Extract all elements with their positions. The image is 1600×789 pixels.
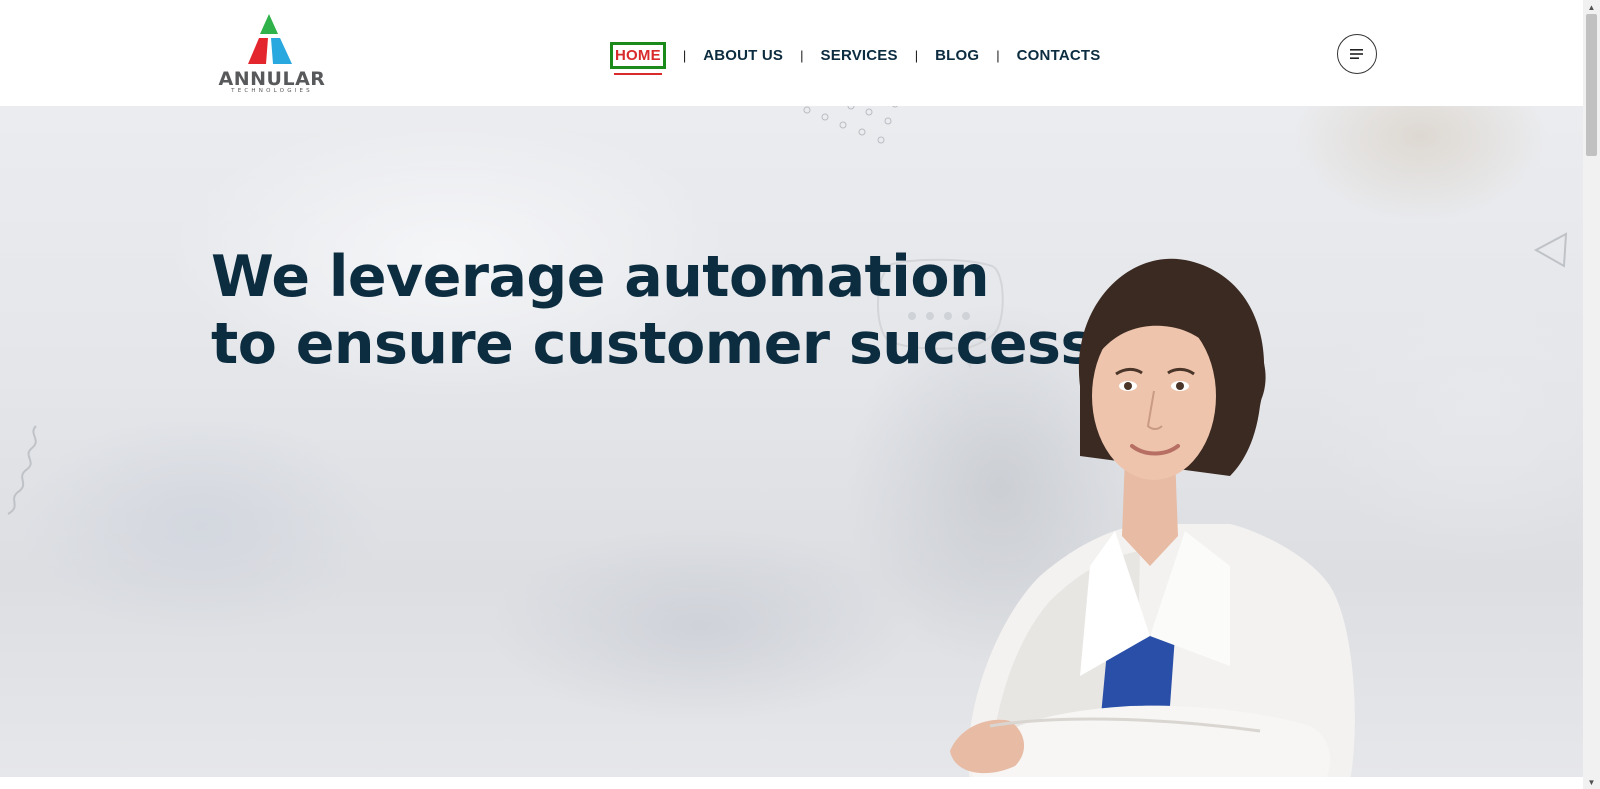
scrollbar-thumb[interactable] bbox=[1586, 14, 1597, 156]
hero-section: We leverage automation to ensure custome… bbox=[0, 106, 1583, 777]
nav-separator: | bbox=[914, 47, 919, 63]
logo-wordmark: ANNULAR bbox=[218, 68, 326, 90]
nav-item-home-label: HOME bbox=[615, 46, 661, 64]
site-header: ANNULAR TECHNOLOGIES HOME | ABOUT US | S… bbox=[0, 0, 1583, 106]
scroll-up-arrow-icon[interactable]: ▲ bbox=[1583, 0, 1600, 14]
triangle-decoration-icon bbox=[1533, 232, 1568, 268]
hamburger-icon bbox=[1350, 49, 1363, 59]
dots-decoration-icon bbox=[803, 106, 898, 144]
squiggle-decoration-icon bbox=[7, 425, 37, 515]
main-nav: HOME | ABOUT US | SERVICES | BLOG | CONT… bbox=[610, 40, 1101, 75]
nav-item-blog[interactable]: BLOG bbox=[935, 47, 979, 64]
nav-separator: | bbox=[800, 47, 804, 63]
businesswoman-image bbox=[950, 258, 1355, 777]
scroll-down-arrow-icon[interactable]: ▼ bbox=[1583, 775, 1600, 789]
logo-tagline: TECHNOLOGIES bbox=[231, 88, 313, 94]
logo-mark-icon bbox=[248, 14, 292, 64]
brand-logo[interactable]: ANNULAR TECHNOLOGIES bbox=[206, 12, 338, 96]
nav-item-contacts[interactable]: CONTACTS bbox=[1017, 47, 1101, 64]
page-viewport: ANNULAR TECHNOLOGIES HOME | ABOUT US | S… bbox=[0, 0, 1583, 789]
nav-item-home[interactable]: HOME bbox=[610, 41, 666, 75]
nav-separator: | bbox=[996, 47, 1000, 63]
active-underline bbox=[614, 72, 662, 75]
nav-item-services[interactable]: SERVICES bbox=[821, 47, 898, 64]
page-scrollbar[interactable]: ▲ ▼ bbox=[1583, 0, 1600, 789]
nav-item-about-us[interactable]: ABOUT US bbox=[703, 47, 783, 64]
menu-button[interactable] bbox=[1337, 34, 1377, 74]
nav-separator: | bbox=[682, 47, 687, 63]
